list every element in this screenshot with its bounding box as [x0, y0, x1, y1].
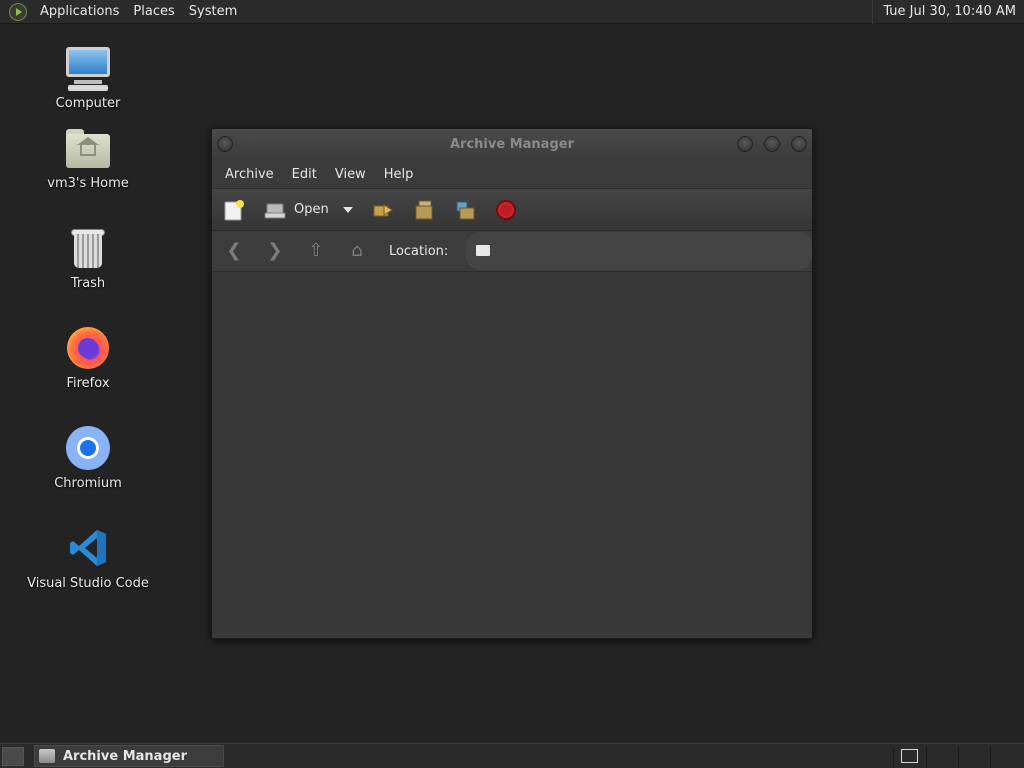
forward-icon[interactable]: ❯	[264, 240, 286, 262]
desktop-icon-label: Firefox	[66, 376, 110, 391]
computer-icon	[64, 44, 112, 92]
extract-icon[interactable]	[372, 199, 394, 221]
desktop-icon-chromium[interactable]: Chromium	[23, 424, 153, 491]
home-icon[interactable]: ⌂	[346, 240, 368, 262]
desktop-icon-label: Chromium	[54, 476, 122, 491]
home-folder-icon	[64, 124, 112, 172]
top-panel: Applications Places System Tue Jul 30, 1…	[0, 0, 1024, 24]
menu-system[interactable]: System	[182, 4, 244, 19]
workspace-1[interactable]	[901, 749, 918, 763]
folder-icon	[476, 245, 491, 256]
workspace-divider	[893, 746, 894, 767]
open-dropdown-icon[interactable]	[342, 206, 353, 213]
add-files-icon[interactable]	[413, 199, 435, 221]
open-button[interactable]: Open	[294, 202, 329, 217]
add-folder-icon[interactable]	[454, 199, 476, 221]
location-field[interactable]	[466, 232, 813, 270]
workspace-2[interactable]	[926, 746, 927, 767]
archive-manager-icon	[39, 749, 55, 763]
chromium-icon	[64, 424, 112, 472]
window-titlebar[interactable]: Archive Manager	[212, 129, 812, 160]
vscode-icon	[64, 524, 112, 572]
up-icon[interactable]: ⇧	[305, 240, 327, 262]
archive-content-area[interactable]	[212, 273, 812, 638]
stop-icon[interactable]	[495, 199, 517, 221]
desktop-icon-firefox[interactable]: Firefox	[23, 324, 153, 391]
menu-view[interactable]: View	[326, 167, 375, 182]
firefox-icon	[64, 324, 112, 372]
toolbar: Open	[212, 188, 812, 231]
maximize-icon[interactable]	[764, 136, 780, 152]
workspace-4[interactable]	[990, 746, 991, 767]
open-icon[interactable]	[264, 199, 286, 221]
menu-help[interactable]: Help	[375, 167, 423, 182]
clock[interactable]: Tue Jul 30, 10:40 AM	[872, 0, 1020, 24]
window-menu-icon[interactable]	[217, 136, 233, 152]
back-icon[interactable]: ❮	[223, 240, 245, 262]
minimize-icon[interactable]	[737, 136, 753, 152]
desktop-icon-computer[interactable]: Computer	[23, 44, 153, 111]
new-archive-icon[interactable]	[223, 199, 245, 221]
window-title: Archive Manager	[450, 137, 574, 152]
desktop-icon-label: vm3's Home	[47, 176, 129, 191]
close-icon[interactable]	[791, 136, 807, 152]
taskbar-item-label: Archive Manager	[63, 748, 187, 764]
menu-edit[interactable]: Edit	[283, 167, 326, 182]
workspace-3[interactable]	[958, 746, 959, 767]
menu-archive[interactable]: Archive	[216, 167, 283, 182]
taskbar-item-archive-manager[interactable]: Archive Manager	[34, 745, 224, 767]
desktop-icon-trash[interactable]: Trash	[23, 224, 153, 291]
window-menubar: Archive Edit View Help	[212, 160, 812, 188]
location-bar: ❮ ❯ ⇧ ⌂ Location:	[212, 231, 813, 272]
desktop-icon-label: Trash	[70, 276, 106, 291]
bottom-panel: Archive Manager	[0, 743, 1024, 768]
desktop-icon-label: Computer	[55, 96, 121, 111]
desktop-icon-home[interactable]: vm3's Home	[23, 124, 153, 191]
trash-icon	[64, 224, 112, 272]
mate-logo-icon[interactable]	[9, 2, 27, 21]
menu-applications[interactable]: Applications	[33, 4, 126, 19]
menu-places[interactable]: Places	[126, 4, 181, 19]
archive-manager-window: Archive Manager Archive Edit View Help O…	[211, 128, 813, 639]
desktop-icon-label: Visual Studio Code	[27, 576, 149, 591]
location-label: Location:	[388, 243, 449, 259]
desktop-icon-vscode[interactable]: Visual Studio Code	[23, 524, 153, 591]
show-desktop-icon[interactable]	[2, 746, 24, 766]
